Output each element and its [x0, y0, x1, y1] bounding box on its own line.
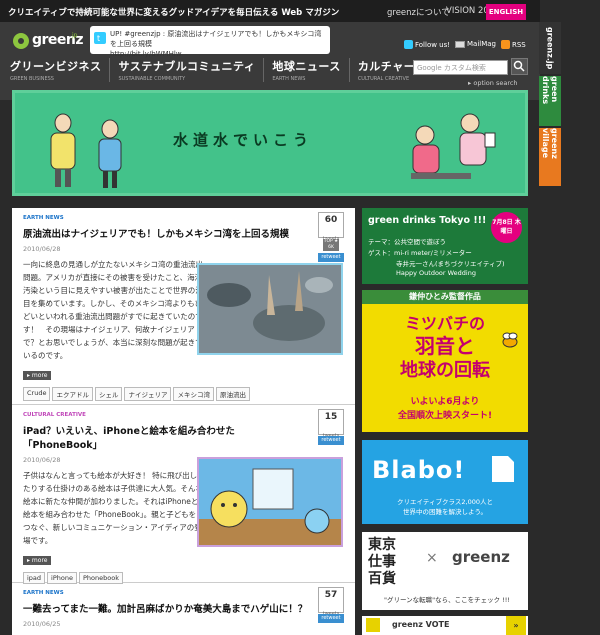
english-button[interactable]: ENGLISH: [486, 4, 526, 20]
article-category[interactable]: EARTH NEWS: [23, 590, 344, 596]
kyoto-caption: "グリーンな転職"なら、ここをチェック !!!: [383, 596, 511, 604]
rss-icon: [501, 40, 510, 49]
mitsubachi-movie-ad[interactable]: 鎌仲ひとみ監督作品 ミツバチの 羽音と 地球の回転 いよいよ6月より 全国順次上…: [362, 290, 528, 432]
event-theme: テーマ：公共空間で遊ぼう: [368, 238, 446, 246]
more-button[interactable]: ▸ more: [23, 371, 52, 380]
blabo-ad[interactable]: Blabo! クリエイティブクラス2,000人と 世界中の困難を解決しよう。: [362, 440, 528, 524]
article-title[interactable]: 原油流出はナイジェリアでも！しかもメキシコ湾を上回る規模: [23, 226, 308, 240]
top-bar: クリエイティブで持続可能な世界に変えるグッドアイデアを毎日伝える Web マガジ…: [0, 0, 540, 22]
tab-greenz[interactable]: greenz.jp: [539, 22, 561, 74]
vote-icon: [366, 618, 380, 632]
latest-tweet[interactable]: t UP! #greenzjp : 原油流出はナイジェリアでも！しかもメキシコ湾…: [90, 26, 330, 58]
release-line2: 全国順次上映スタート!: [397, 411, 493, 421]
blabo-logo: Blabo!: [372, 456, 466, 484]
tweet-count: 15 tweets: [318, 409, 344, 439]
tag[interactable]: エクアドル: [52, 387, 93, 401]
tag[interactable]: シェル: [94, 387, 123, 401]
tag[interactable]: 原油流出: [215, 387, 250, 401]
article-title[interactable]: 一難去ってまた一難。加計呂麻ばかりか奄美大島までハゲ山に！？: [23, 601, 308, 615]
svg-text:t: t: [97, 34, 100, 43]
tag[interactable]: Crude: [23, 387, 51, 401]
article-item: EARTH NEWS 一難去ってまた一難。加計呂麻ばかりか奄美大島までハゲ山に！…: [12, 583, 355, 635]
tag[interactable]: メキシコ湾: [173, 387, 214, 401]
article-item: CULTURAL CREATIVE iPad？いえいえ、iPhoneと絵本を組み…: [12, 405, 355, 584]
site-tagline: クリエイティブで持続可能な世界に変えるグッドアイデアを毎日伝える Web マガジ…: [8, 8, 340, 18]
article-thumbnail[interactable]: [197, 457, 343, 547]
cross-symbol: ×: [426, 550, 438, 566]
article-list: EARTH NEWS 原油流出はナイジェリアでも！しかもメキシコ湾を上回る規模 …: [12, 208, 355, 635]
green-drinks-title: green drinks Tokyo !!!: [368, 215, 487, 226]
tag[interactable]: ナイジェリア: [124, 387, 172, 401]
tab-greenz-village[interactable]: greenz village: [539, 128, 561, 186]
search-icon: [513, 60, 525, 72]
bee-icon: [502, 332, 518, 348]
rss-link[interactable]: RSS: [501, 40, 526, 49]
greenz-logo[interactable]: greenz jp: [12, 28, 84, 58]
article-excerpt: 子供はなんと言っても絵本が大好き！ 特に飛び出したりする仕掛けのある絵本は子供達…: [23, 471, 203, 545]
mail-icon: [455, 40, 465, 48]
search-button[interactable]: [511, 58, 528, 75]
retweet-button[interactable]: retweet: [318, 436, 344, 445]
retweet-button[interactable]: retweet: [318, 253, 344, 262]
twitter-icon: [404, 40, 413, 49]
about-link[interactable]: greenzについて: [387, 6, 450, 18]
twitter-bird-icon: t: [94, 32, 106, 47]
movie-title-line3: 地球の回転: [400, 360, 490, 381]
arrow-icon: »: [506, 616, 526, 635]
tag-list: Crude エクアドル シェル ナイジェリア メキシコ湾 原油流出: [23, 387, 344, 401]
blabo-line1: クリエイティブクラス2,000人と: [397, 498, 493, 506]
greenz-vote-link[interactable]: greenz VOTE »: [362, 616, 528, 635]
follow-link[interactable]: Follow us!: [404, 40, 450, 49]
search-input[interactable]: Google カスタム検索: [413, 60, 508, 75]
blabo-line2: 世界中の困難を解決しよう。: [402, 508, 488, 516]
more-button[interactable]: ▸ more: [23, 556, 52, 565]
event-venue: Happy Outdoor Wedding: [396, 269, 476, 277]
banner-title: 水道水でいこう: [173, 131, 314, 149]
tweet-count: 60 tweets: [318, 212, 344, 242]
article-excerpt: 一向に終息の見通しが立たないメキシコ湾の重油流出問題。アメリカが直接にその被害を…: [23, 260, 203, 360]
tokyo-shigoto-ad[interactable]: 東京仕事百貨 × greenz "グリーンな転職"なら、ここをチェック !!!: [362, 532, 528, 610]
article-date: 2010/06/28: [23, 245, 61, 253]
retweet-button[interactable]: retweet: [318, 614, 344, 623]
tokyo-shigoto-logo: 東京仕事百貨: [368, 537, 396, 587]
tweet-count: 57 tweets: [318, 587, 344, 617]
article-item: EARTH NEWS 原油流出はナイジェリアでも！しかもメキシコ湾を上回る規模 …: [12, 208, 355, 405]
event-guest-detail: 寺井元一さん(まちづクリエイティブ): [396, 260, 505, 268]
article-category[interactable]: CULTURAL CREATIVE: [23, 412, 344, 418]
campaign-banner[interactable]: 水道水でいこう: [12, 90, 528, 196]
nav-sustainable-community[interactable]: サステナブルコミュニティ SUSTAINABLE COMMUNITY: [118, 58, 265, 82]
tweet-text: UP! #greenzjp : 原油流出はナイジェリアでも！しかもメキシコ湾を上…: [110, 30, 322, 48]
site-header: greenz jp t UP! #greenzjp : 原油流出はナイジェリアで…: [0, 22, 540, 100]
director-label: 鎌仲ひとみ監督作品: [362, 290, 528, 304]
mailmag-link[interactable]: MailMag: [455, 40, 496, 48]
document-icon: [492, 456, 514, 482]
nav-green-business[interactable]: グリーンビジネス GREEN BUSINESS: [10, 58, 111, 82]
top-badge: TOP ★ 6K: [323, 239, 339, 251]
event-date-badge: 7月8日 木曜日: [491, 212, 522, 243]
green-drinks-ad[interactable]: green drinks Tokyo !!! 7月8日 木曜日 テーマ：公共空間…: [362, 208, 528, 284]
nav-earth-news[interactable]: 地球ニュース EARTH NEWS: [272, 58, 350, 82]
article-date: 2010/06/25: [23, 620, 61, 628]
option-search-link[interactable]: ▸ option search: [468, 79, 518, 87]
event-guest: ゲスト：mi-ri meter/ミリメーター: [368, 249, 472, 257]
article-title[interactable]: iPad？いえいえ、iPhoneと絵本を組み合わせた「PhoneBook」: [23, 423, 308, 451]
tab-green-drinks[interactable]: green drinks: [539, 76, 561, 126]
release-line1: いよいよ6月より: [410, 397, 480, 407]
greenz-logo-small: greenz: [452, 548, 510, 566]
article-thumbnail[interactable]: [197, 263, 343, 355]
article-category[interactable]: EARTH NEWS: [23, 215, 344, 221]
